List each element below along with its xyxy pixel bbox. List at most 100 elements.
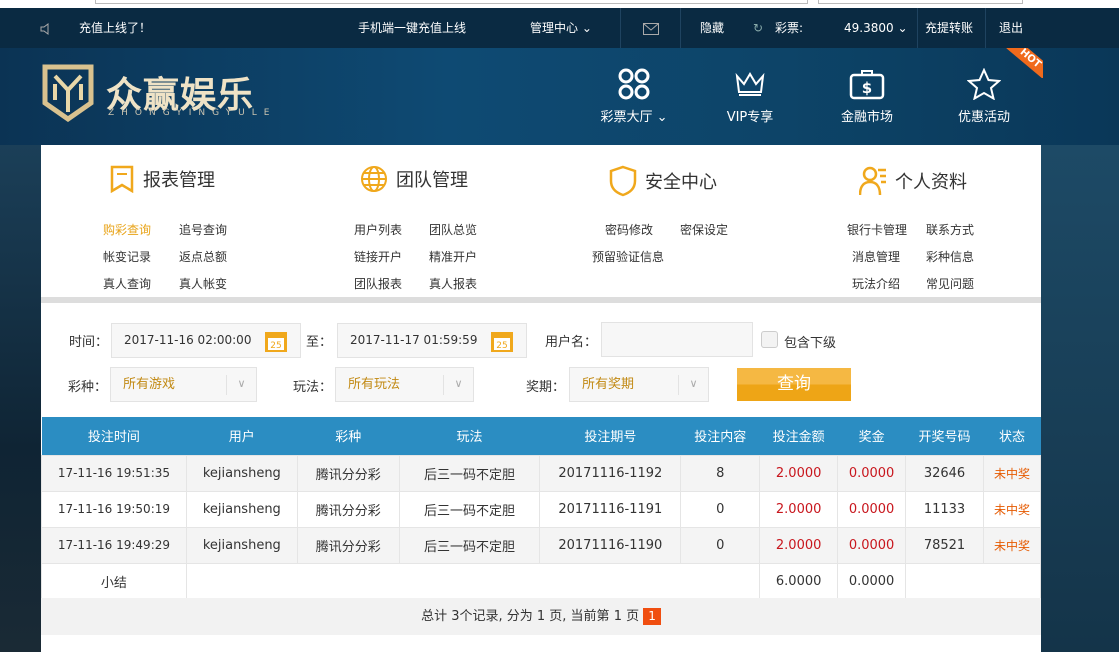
pagination: 总计 3个记录, 分为 1 页, 当前第 1 页 1 (41, 598, 1041, 635)
header: 众赢娱乐 ZHONGYINGYULE 彩票大厅 ⌄ VIP专享 $ 金融市场 优… (0, 48, 1119, 145)
svg-text:25: 25 (270, 341, 281, 351)
logo-subtitle: ZHONGYINGYULE (108, 108, 277, 118)
table-cell: 0.0000 (837, 454, 907, 492)
link-verification-info[interactable]: 预留验证信息 (592, 248, 664, 265)
category-profile[interactable]: 个人资料 (859, 165, 967, 197)
nav-lottery-hall[interactable]: 彩票大厅 ⌄ (584, 68, 684, 125)
chevron-down-icon: ∨ (678, 375, 708, 395)
link-link-account[interactable]: 链接开户 (354, 248, 402, 265)
start-time-input[interactable]: 2017-11-16 02:00:00 25 (111, 323, 301, 358)
period-select[interactable]: 所有奖期 ∨ (569, 367, 709, 402)
table-row[interactable]: 17-11-16 19:49:29 kejiansheng 腾讯分分彩 后三一码不定胆… (41, 526, 1041, 564)
page-background (1041, 145, 1119, 652)
grid-icon (618, 68, 650, 100)
link-bank-card[interactable]: 银行卡管理 (847, 221, 907, 238)
nav-finance[interactable]: $ 金融市场 (817, 68, 917, 125)
col-bet-time: 投注时间 (41, 417, 187, 455)
notice-text: 充值上线了！ (79, 21, 152, 35)
table-row[interactable]: 17-11-16 19:50:19 kejiansheng 腾讯分分彩 后三一码不定胆… (41, 490, 1041, 528)
balance-dropdown[interactable]: 49.3800 ⌄ (844, 8, 908, 48)
table-cell: 后三一码不定胆 (398, 490, 541, 528)
table-cell: 17-11-16 19:50:19 (41, 490, 187, 528)
link-live-query[interactable]: 真人查询 (103, 275, 151, 292)
link-team-report[interactable]: 团队报表 (354, 275, 402, 292)
game-select[interactable]: 所有游戏 ∨ (110, 367, 257, 402)
hide-balance-button[interactable]: 隐藏 (700, 8, 724, 48)
link-account-changes[interactable]: 帐变记录 (103, 248, 151, 265)
category-reports[interactable]: 报表管理 (109, 165, 215, 193)
link-bet-query[interactable]: 购彩查询 (103, 221, 151, 238)
table-cell: 32646 (905, 454, 984, 492)
link-rebate-total[interactable]: 返点总额 (179, 248, 227, 265)
hot-badge: HOT (1003, 48, 1043, 78)
link-live-report[interactable]: 真人报表 (429, 275, 477, 292)
table-cell: kejiansheng (185, 490, 298, 528)
table-cell: 0.0000 (837, 526, 907, 564)
include-sub-checkbox[interactable] (761, 331, 778, 348)
play-select[interactable]: 所有玩法 ∨ (335, 367, 474, 402)
lottery-label: 彩票: (775, 21, 804, 35)
globe-icon (361, 166, 387, 192)
top-bar: 充值上线了！ 手机端一键充值上线 管理中心 ⌄ 隐藏 ↻ 彩票: 49.3800… (0, 8, 1119, 48)
col-play: 玩法 (399, 417, 540, 455)
marquee-text: 手机端一键充值上线 (358, 21, 467, 35)
category-security[interactable]: 安全中心 (609, 165, 717, 197)
table-cell: 0 (680, 526, 761, 564)
link-lottery-info[interactable]: 彩种信息 (926, 248, 974, 265)
calendar-icon: 25 (265, 332, 287, 352)
query-button[interactable]: 查询 (737, 368, 851, 401)
browser-bar (0, 0, 1119, 8)
chevron-down-icon: ∨ (226, 375, 256, 395)
table-cell: 11133 (905, 490, 984, 528)
table-cell: 17-11-16 19:49:29 (41, 526, 187, 564)
admin-center-menu[interactable]: 管理中心 ⌄ (530, 8, 592, 48)
svg-text:$: $ (862, 79, 872, 97)
table-cell: 0 (680, 490, 761, 528)
col-period: 投注期号 (539, 417, 681, 455)
link-messages[interactable]: 消息管理 (852, 248, 900, 265)
link-play-guide[interactable]: 玩法介绍 (852, 275, 900, 292)
summary-amount: 6.0000 (759, 562, 839, 600)
table-cell: 20171116-1191 (539, 490, 682, 528)
shield-icon (609, 165, 637, 197)
time-label: 时间： (69, 335, 109, 350)
page-1-button[interactable]: 1 (643, 608, 661, 625)
page-background (0, 145, 41, 652)
link-precise-account[interactable]: 精准开户 (429, 248, 477, 265)
table-cell: 未中奖 (983, 454, 1041, 492)
link-contact[interactable]: 联系方式 (926, 221, 974, 238)
link-password[interactable]: 密码修改 (605, 221, 653, 238)
link-faq[interactable]: 常见问题 (926, 275, 974, 292)
pagination-text: 总计 3个记录, 分为 1 页, 当前第 1 页 (421, 609, 640, 624)
table-header: 投注时间 用户 彩种 玩法 投注期号 投注内容 投注金额 奖金 开奖号码 状态 (41, 417, 1041, 455)
table-row[interactable]: 17-11-16 19:51:35 kejiansheng 腾讯分分彩 后三一码不定胆… (41, 454, 1041, 492)
table-cell: 78521 (905, 526, 984, 564)
link-user-list[interactable]: 用户列表 (354, 221, 402, 238)
table-cell: 未中奖 (983, 526, 1041, 564)
logout-link[interactable]: 退出 (985, 8, 1023, 48)
table-cell: 腾讯分分彩 (296, 454, 400, 492)
table-cell: 20171116-1190 (539, 526, 682, 564)
table-cell: 2.0000 (759, 454, 839, 492)
link-security-question[interactable]: 密保设定 (680, 221, 728, 238)
end-time-input[interactable]: 2017-11-17 01:59:59 25 (337, 323, 527, 358)
category-team[interactable]: 团队管理 (360, 165, 468, 193)
logo[interactable]: 众赢娱乐 ZHONGYINGYULE (42, 64, 269, 125)
table-cell: kejiansheng (185, 454, 298, 492)
money-bag-icon: $ (849, 70, 885, 100)
table-cell: 腾讯分分彩 (296, 526, 400, 564)
username-label: 用户名： (545, 335, 598, 350)
link-live-changes[interactable]: 真人帐变 (179, 275, 227, 292)
speaker-icon (40, 8, 52, 48)
refresh-icon[interactable]: ↻ (753, 8, 763, 48)
username-input[interactable] (601, 322, 753, 357)
transfer-link[interactable]: 充提转账 (917, 8, 973, 48)
table-cell: 后三一码不定胆 (398, 526, 541, 564)
nav-vip[interactable]: VIP专享 (700, 68, 800, 125)
link-team-overview[interactable]: 团队总览 (429, 221, 477, 238)
table-cell: kejiansheng (185, 526, 298, 564)
link-chase-query[interactable]: 追号查询 (179, 221, 227, 238)
mail-button[interactable] (620, 8, 680, 48)
col-amount: 投注金额 (759, 417, 838, 455)
col-content: 投注内容 (680, 417, 760, 455)
